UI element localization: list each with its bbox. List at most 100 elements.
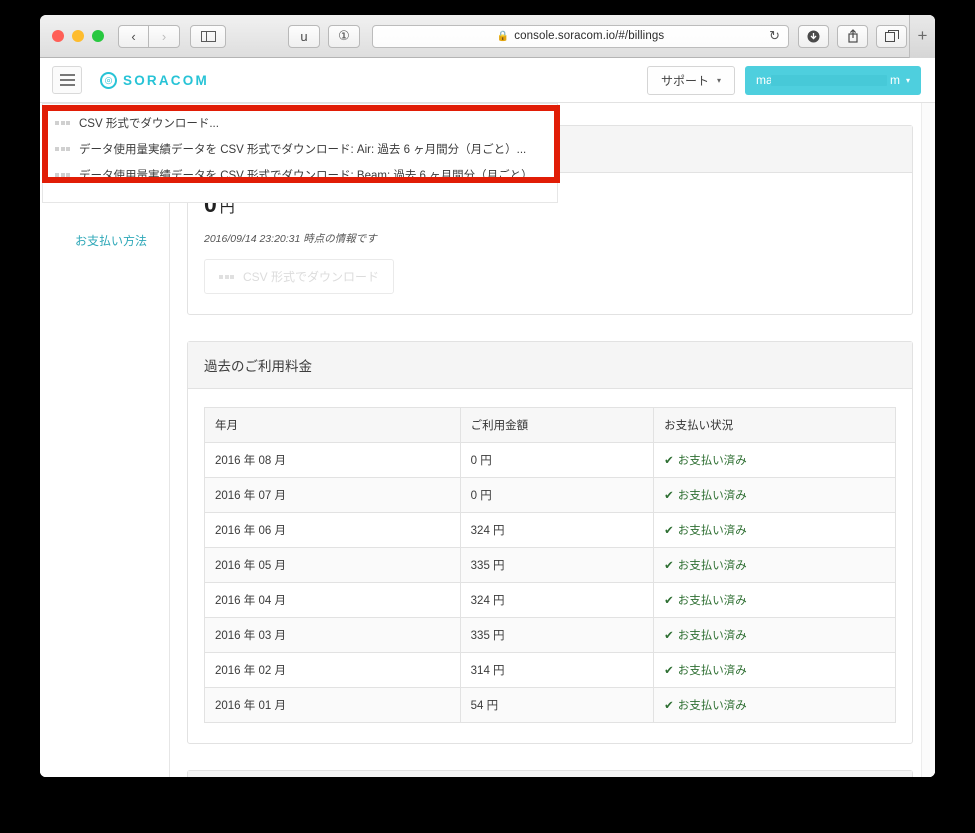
cell-amount: 314 円 [459, 652, 655, 688]
cell-amount: 324 円 [459, 582, 655, 618]
status-label: お支払い済み [677, 665, 747, 677]
downloads-icon[interactable] [798, 24, 829, 48]
table-row: 2016 年 08 月 0 円 ✔ お支払い済み [204, 442, 896, 478]
cell-month: 2016 年 04 月 [204, 582, 461, 618]
billing-page: ご利用料金 請求明細 お支払い方法 今月のご利用料金 - 2016 年 09 月… [40, 103, 935, 777]
url-display: 🔒 console.soracom.io/#/billings [497, 30, 664, 42]
sidebar-toggle-icon[interactable] [190, 24, 226, 48]
column-header-status: お支払い状況 [653, 407, 896, 443]
autocomplete-suggestions: CSV 形式でダウンロード... データ使用量実績データを CSV 形式でダウン… [42, 103, 558, 203]
soracom-logo-icon: ◎ [100, 71, 117, 89]
status-label: お支払い済み [677, 700, 747, 712]
table-row: 2016 年 03 月 335 円 ✔ お支払い済み [204, 617, 896, 653]
past-charges-panel: 過去のご利用料金 年月 ご利用金額 お支払い状況 2016 年 08 月 0 円… [187, 341, 913, 744]
cell-amount: 324 円 [459, 512, 655, 548]
billing-sidebar: ご利用料金 請求明細 お支払い方法 [62, 125, 170, 777]
suggestion-item[interactable]: CSV 形式でダウンロード... [43, 110, 557, 136]
table-row: 2016 年 02 月 314 円 ✔ お支払い済み [204, 652, 896, 688]
dots-icon [219, 274, 234, 279]
cell-status: ✔ お支払い済み [653, 582, 896, 618]
new-tab-button[interactable]: + [909, 15, 935, 58]
cell-status: ✔ お支払い済み [653, 512, 896, 548]
column-header-month: 年月 [204, 407, 461, 443]
info-icon[interactable]: ① [328, 24, 360, 48]
billing-content: 今月のご利用料金 - 2016 年 09 月分 0円 2016/09/14 23… [187, 125, 919, 777]
table-header-row: 年月 ご利用金額 お支払い状況 [204, 407, 896, 443]
usage-download-title: データ使用量実績データを CSV 形式でダウンロード [188, 771, 912, 777]
extension-buttons: u ① [288, 24, 360, 48]
cell-status: ✔ お支払い済み [653, 687, 896, 723]
dots-icon [55, 147, 70, 151]
share-icon[interactable] [837, 24, 868, 48]
csv-download-button[interactable]: CSV 形式でダウンロード [204, 259, 395, 294]
check-icon: ✔ [664, 455, 674, 467]
toolbar-right-buttons [798, 24, 907, 48]
browser-window: ‹ › u ① 🔒 console.soracom.io/#/billings … [40, 15, 935, 777]
page-scrollbar[interactable] [921, 103, 935, 777]
lock-icon: 🔒 [496, 30, 510, 42]
csv-download-label: CSV 形式でダウンロード [243, 270, 380, 284]
suggestion-item[interactable]: データ使用量実績データを CSV 形式でダウンロード: Air: 過去 6 ヶ月… [43, 136, 557, 162]
cell-status: ✔ お支払い済み [653, 442, 896, 478]
check-icon: ✔ [664, 700, 674, 712]
address-bar[interactable]: 🔒 console.soracom.io/#/billings ↻ [372, 24, 789, 48]
account-menu-button[interactable]: ma m ▾ [745, 65, 921, 95]
header-actions: サポート ▾ ma m ▾ [646, 65, 921, 95]
table-row: 2016 年 07 月 0 円 ✔ お支払い済み [204, 477, 896, 513]
past-charges-body: 年月 ご利用金額 お支払い状況 2016 年 08 月 0 円 ✔お支払い済み [188, 389, 912, 743]
cell-month: 2016 年 08 月 [204, 442, 461, 478]
browser-toolbar: ‹ › u ① 🔒 console.soracom.io/#/billings … [40, 15, 935, 58]
forward-button[interactable]: › [149, 24, 180, 48]
extension-u-button[interactable]: u [288, 24, 320, 48]
cell-amount: 335 円 [459, 617, 655, 653]
chevron-down-icon: ▾ [716, 75, 721, 85]
status-label: お支払い済み [677, 455, 747, 467]
dots-icon [55, 121, 70, 125]
cell-amount: 0 円 [459, 442, 655, 478]
suggestion-label: データ使用量実績データを CSV 形式でダウンロード: Air: 過去 6 ヶ月… [79, 144, 527, 156]
back-button[interactable]: ‹ [118, 24, 149, 48]
account-email-suffix: m [889, 73, 900, 87]
suggestion-list-footer [43, 188, 557, 200]
suggestion-item[interactable]: データ使用量実績データを CSV 形式でダウンロード: Beam: 過去 6 ヶ… [43, 162, 557, 188]
brand-name: SORACOM [123, 72, 209, 88]
suggestion-label: データ使用量実績データを CSV 形式でダウンロード: Beam: 過去 6 ヶ… [79, 170, 543, 182]
status-label: お支払い済み [677, 525, 747, 537]
maximize-window-button[interactable] [92, 30, 104, 42]
account-email-redacted [771, 74, 887, 86]
status-label: お支払い済み [677, 490, 747, 502]
column-header-amount: ご利用金額 [459, 407, 655, 443]
cell-status: ✔ お支払い済み [653, 477, 896, 513]
usage-download-panel: データ使用量実績データを CSV 形式でダウンロード Air 過去 6 ヶ月間分… [187, 770, 913, 777]
sidebar-item-payment-method[interactable]: お支払い方法 [62, 222, 169, 259]
status-label: お支払い済み [677, 560, 747, 572]
dots-icon [55, 173, 70, 177]
table-row: 2016 年 06 月 324 円 ✔ お支払い済み [204, 512, 896, 548]
suggestion-label: CSV 形式でダウンロード... [79, 118, 219, 130]
cell-month: 2016 年 05 月 [204, 547, 461, 583]
past-charges-title: 過去のご利用料金 [188, 342, 912, 389]
chevron-down-icon: ▾ [905, 75, 910, 85]
check-icon: ✔ [664, 665, 674, 677]
url-text: console.soracom.io/#/billings [514, 30, 665, 42]
close-window-button[interactable] [52, 30, 64, 42]
cell-month: 2016 年 01 月 [204, 687, 461, 723]
check-icon: ✔ [664, 490, 674, 502]
status-label: お支払い済み [677, 630, 747, 642]
minimize-window-button[interactable] [72, 30, 84, 42]
reload-icon[interactable]: ↻ [769, 28, 780, 44]
brand-logo[interactable]: ◎ SORACOM [100, 71, 209, 89]
hamburger-icon[interactable] [52, 66, 82, 94]
table-row: 2016 年 01 月 54 円 ✔ お支払い済み [204, 687, 896, 723]
cell-amount: 0 円 [459, 477, 655, 513]
table-row: 2016 年 04 月 324 円 ✔ お支払い済み [204, 582, 896, 618]
check-icon: ✔ [664, 630, 674, 642]
check-icon: ✔ [664, 525, 674, 537]
navigation-buttons: ‹ › [118, 24, 180, 48]
support-menu-button[interactable]: サポート ▾ [646, 65, 735, 95]
cell-amount: 335 円 [459, 547, 655, 583]
cell-month: 2016 年 06 月 [204, 512, 461, 548]
window-controls [52, 30, 104, 42]
tabs-icon[interactable] [876, 24, 907, 48]
cell-month: 2016 年 02 月 [204, 652, 461, 688]
